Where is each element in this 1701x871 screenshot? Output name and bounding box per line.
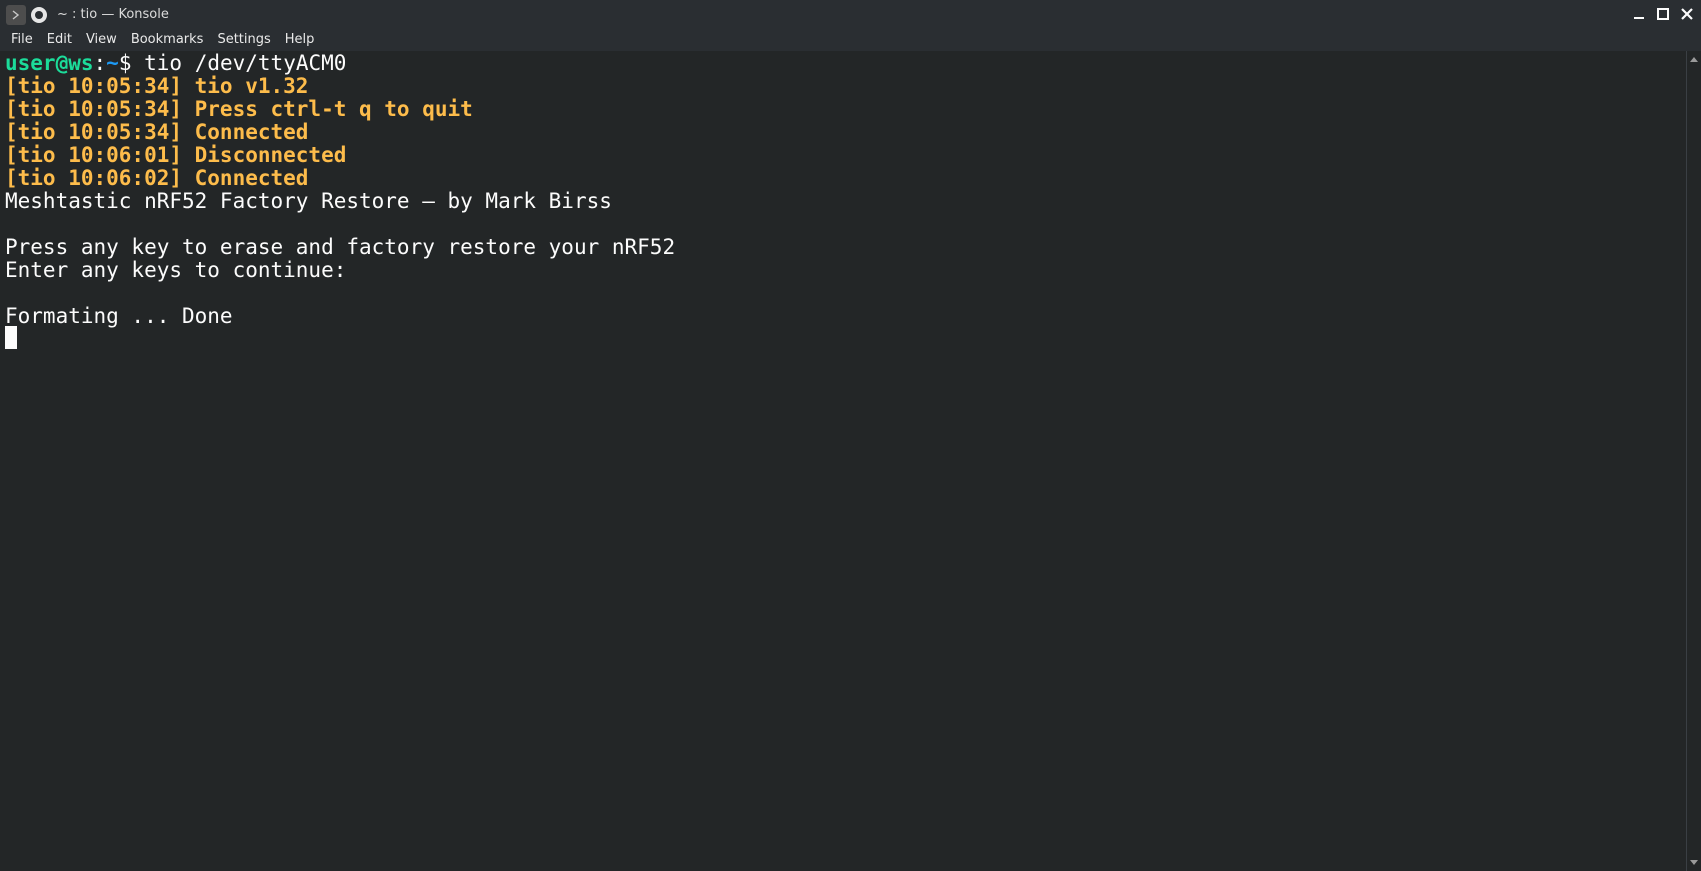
prompt-command: tio /dev/ttyACM0	[131, 51, 347, 75]
window-title: ~ : tio — Konsole	[57, 7, 169, 22]
konsole-window: ~ : tio — Konsole File Edit View Bookmar…	[0, 0, 1701, 871]
menu-edit[interactable]: Edit	[40, 29, 79, 51]
menu-help[interactable]: Help	[278, 29, 322, 51]
prompt-dollar: $	[118, 51, 132, 75]
prompt-colon: :	[93, 51, 107, 75]
menu-bookmarks[interactable]: Bookmarks	[124, 29, 211, 51]
menu-settings[interactable]: Settings	[210, 29, 277, 51]
terminal-line: [tio 10:06:01] Disconnected	[5, 143, 347, 167]
terminal-scrollbar[interactable]	[1686, 51, 1701, 871]
terminal-area[interactable]: user@ws:~$ tio /dev/ttyACM0 [tio 10:05:3…	[0, 51, 1686, 871]
maximize-icon[interactable]	[1653, 4, 1673, 24]
minimize-icon[interactable]	[1629, 4, 1649, 24]
menu-bar: File Edit View Bookmarks Settings Help	[0, 29, 1701, 51]
prompt-line: user@ws:~$ tio /dev/ttyACM0	[5, 51, 346, 76]
terminal-cursor	[5, 326, 17, 349]
terminal-line: [tio 10:06:02] Connected	[5, 166, 309, 190]
terminal-line: Formating ... Done	[5, 304, 233, 328]
scroll-down-icon[interactable]	[1690, 860, 1698, 865]
menu-view[interactable]: View	[79, 29, 124, 51]
terminal-line: [tio 10:05:34] tio v1.32	[5, 74, 309, 98]
close-icon[interactable]	[1677, 4, 1697, 24]
terminal-line: [tio 10:05:34] Connected	[5, 120, 309, 144]
title-bar[interactable]: ~ : tio — Konsole	[0, 0, 1701, 29]
terminal-line: [tio 10:05:34] Press ctrl-t q to quit	[5, 97, 473, 121]
scroll-up-icon[interactable]	[1690, 57, 1698, 62]
terminal-line: Enter any keys to continue:	[5, 258, 347, 282]
prompt-user-host: user@ws	[5, 51, 94, 75]
prompt-path: ~	[106, 51, 119, 75]
terminal-line: Meshtastic nRF52 Factory Restore – by Ma…	[5, 189, 612, 213]
pin-icon[interactable]	[31, 6, 47, 23]
konsole-terminal-icon[interactable]	[6, 4, 26, 25]
terminal-line: Press any key to erase and factory resto…	[5, 235, 676, 259]
menu-file[interactable]: File	[0, 29, 40, 51]
window-controls	[1629, 4, 1697, 24]
